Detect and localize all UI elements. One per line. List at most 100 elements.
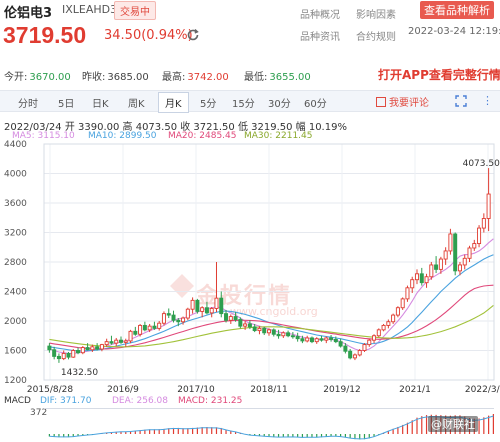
- candle-body: [434, 264, 439, 270]
- macd-label: MACD: [4, 396, 31, 406]
- nav-link-factors[interactable]: 影响因素: [356, 6, 396, 21]
- candle-body: [181, 317, 186, 323]
- candle-body: [381, 324, 386, 331]
- fullscreen-icon[interactable]: [455, 95, 467, 107]
- tab-intraday[interactable]: 分时: [18, 95, 38, 110]
- candle-body: [224, 313, 229, 321]
- candle-body: [395, 307, 400, 316]
- candle-body: [376, 329, 381, 337]
- view-analysis-button[interactable]: 查看品种解析: [420, 1, 494, 19]
- candle-body: [348, 350, 353, 359]
- candle-body: [80, 347, 85, 354]
- candle-body: [472, 243, 477, 249]
- quote-timestamp: 2022-03-24 12:19:47: [408, 26, 500, 37]
- tab-30min[interactable]: 30分: [268, 95, 291, 110]
- candle-body: [300, 338, 305, 342]
- candle-body: [443, 250, 448, 260]
- nav-link-overview[interactable]: 品种概况: [300, 6, 340, 21]
- candle-body: [128, 330, 133, 342]
- stat-open: 今开: 3670.00: [4, 72, 71, 83]
- candle-body: [95, 346, 100, 350]
- stat-prev-close: 昨收: 3685.00: [82, 72, 149, 83]
- candle-body: [61, 352, 66, 360]
- candle-body: [200, 307, 205, 312]
- candle-body: [219, 297, 224, 315]
- candle-body: [262, 327, 267, 334]
- y-tick-label: 2400: [4, 288, 27, 298]
- candle-body: [290, 335, 295, 338]
- trading-status-badge: 交易中: [114, 1, 156, 20]
- tab-60min[interactable]: 60分: [304, 95, 327, 110]
- last-price: 3719.50: [3, 22, 87, 48]
- candle-body: [190, 299, 195, 310]
- candlestick-chart[interactable]: 1200 1600 2000 2400 2800 3200 3600 4000 4400 2015…: [0, 140, 500, 395]
- macd-value-label: MACD: 231.25: [178, 396, 243, 406]
- candle-body: [104, 341, 109, 346]
- candle-body: [171, 314, 176, 321]
- candle-body: [400, 298, 405, 309]
- candle-body: [424, 276, 429, 284]
- macd-chart: [44, 408, 494, 440]
- candle-body: [214, 297, 219, 309]
- candle-body: [367, 339, 372, 346]
- refresh-icon[interactable]: [186, 28, 200, 42]
- price-change: 34.50(0.94%): [104, 28, 193, 43]
- candle-body: [295, 336, 300, 340]
- stat-low: 最低: 3655.00: [244, 72, 311, 83]
- candle-body: [56, 355, 61, 360]
- tab-5day[interactable]: 5日: [58, 95, 74, 110]
- candle-body: [362, 344, 367, 351]
- candle-body: [228, 316, 233, 321]
- candle-body: [66, 352, 71, 358]
- candle-body: [333, 338, 338, 343]
- candle-body: [142, 324, 147, 331]
- nav-link-rules[interactable]: 合约规则: [356, 28, 396, 43]
- candle-body: [233, 316, 238, 320]
- candle-body: [243, 323, 248, 327]
- tab-daily-k[interactable]: 日K: [92, 95, 109, 110]
- instrument-name: 伦铝电3: [4, 6, 53, 21]
- y-tick-label: 2000: [4, 317, 27, 327]
- candle-body: [47, 345, 52, 351]
- x-tick-label: 2018/11: [250, 385, 287, 395]
- x-tick-label: 2017/10: [177, 385, 215, 395]
- candle-body: [324, 337, 329, 341]
- candle-body: [429, 264, 434, 278]
- candle-body: [257, 327, 262, 332]
- candle-body: [209, 308, 214, 314]
- candle-body: [305, 337, 310, 342]
- candle-body: [309, 337, 314, 343]
- candle-body: [195, 299, 200, 312]
- more-options-icon[interactable]: ⋮: [482, 94, 493, 107]
- candle-body: [114, 339, 119, 344]
- candle-body: [338, 341, 343, 347]
- stat-high: 最高: 3742.00: [162, 72, 229, 83]
- candle-body: [419, 273, 424, 284]
- tab-15min[interactable]: 15分: [232, 95, 255, 110]
- tab-monthly-k[interactable]: 月K: [158, 92, 189, 113]
- candle-body: [343, 345, 348, 352]
- period-tab-bar: 分时 5日 日K 周K 月K 5分 15分 30分 60分 我要评论 ⋮: [0, 90, 500, 113]
- candle-body: [252, 326, 257, 332]
- candle-body: [281, 332, 286, 337]
- candle-body: [85, 347, 90, 351]
- candle-body: [99, 344, 104, 350]
- candle-body: [238, 319, 243, 327]
- tab-weekly-k[interactable]: 周K: [128, 95, 145, 110]
- macd-dea-label: DEA: 256.08: [112, 396, 168, 406]
- nav-link-news[interactable]: 品种资讯: [300, 28, 340, 43]
- candle-body: [157, 322, 162, 329]
- comment-button[interactable]: 我要评论: [376, 94, 429, 109]
- candle-body: [76, 350, 81, 354]
- open-app-link[interactable]: 打开APP查看完整行情: [378, 66, 500, 83]
- candle-body: [477, 227, 482, 245]
- candle-body: [276, 333, 281, 337]
- candle-body: [118, 339, 124, 343]
- candle-body: [448, 233, 453, 252]
- candle-body: [486, 193, 491, 219]
- tab-5min[interactable]: 5分: [200, 95, 216, 110]
- y-tick-label: 3200: [4, 229, 27, 239]
- y-tick-label: 2800: [4, 258, 27, 268]
- candle-body: [414, 273, 420, 281]
- candle-body: [109, 341, 114, 344]
